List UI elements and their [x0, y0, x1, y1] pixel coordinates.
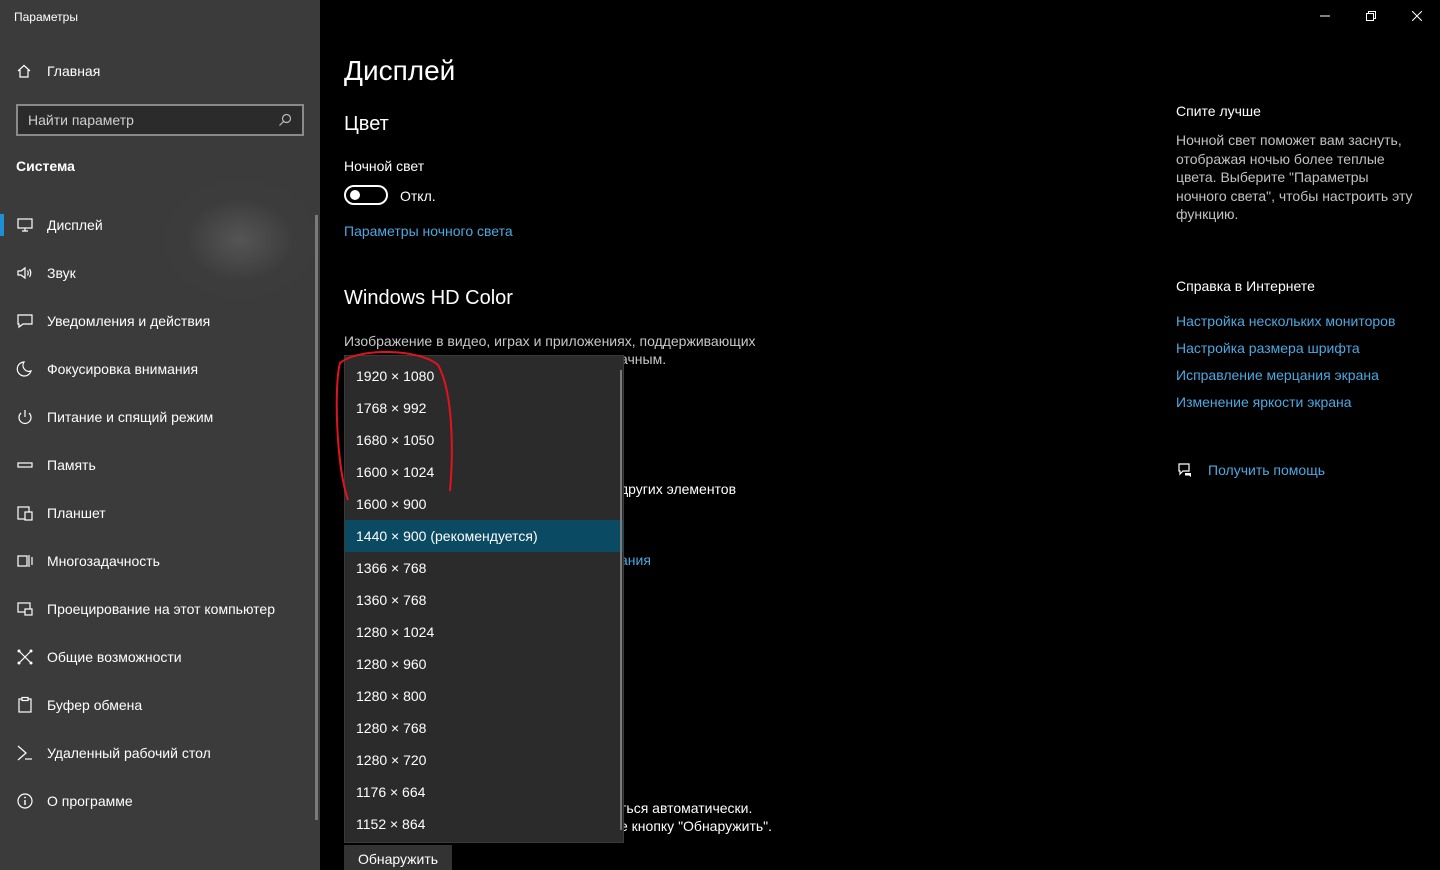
help-link-monitors[interactable]: Настройка нескольких мониторов	[1176, 313, 1395, 329]
sidebar-item-about[interactable]: О программе	[0, 777, 316, 825]
resolution-option[interactable]: 1920 × 1080	[345, 360, 623, 392]
sidebar-item-power[interactable]: Питание и спящий режим	[0, 393, 316, 441]
remote-desktop-icon	[16, 744, 34, 762]
sidebar-nav: Дисплей Звук Уведомления и действия Фоку…	[0, 201, 316, 825]
night-light-label: Ночной свет	[344, 158, 425, 174]
detect-button[interactable]: Обнаружить	[344, 845, 452, 870]
resolution-option-selected[interactable]: 1440 × 900 (рекомендуется)	[345, 520, 623, 552]
power-icon	[16, 408, 34, 426]
sidebar-item-label: Буфер обмена	[47, 697, 143, 713]
sidebar-item-label: Память	[47, 457, 96, 473]
close-button[interactable]	[1394, 0, 1440, 32]
resolution-option[interactable]: 1680 × 1050	[345, 424, 623, 456]
restore-button[interactable]	[1348, 0, 1394, 32]
night-light-state: Откл.	[400, 188, 436, 204]
sidebar-item-tablet[interactable]: Планшет	[0, 489, 316, 537]
resolution-option[interactable]: 1280 × 768	[345, 712, 623, 744]
notification-icon	[16, 312, 34, 330]
sidebar-item-label: Звук	[47, 265, 76, 281]
color-heading: Цвет	[344, 113, 389, 135]
resolution-option[interactable]: 1600 × 1024	[345, 456, 623, 488]
tablet-icon	[16, 504, 34, 522]
sidebar-item-label: Планшет	[47, 505, 106, 521]
sidebar-item-clipboard[interactable]: Буфер обмена	[0, 681, 316, 729]
sidebar-item-label: Дисплей	[47, 217, 103, 233]
info-icon	[16, 792, 34, 810]
window-controls	[1302, 0, 1440, 32]
sleep-heading: Спите лучше	[1176, 103, 1261, 119]
sidebar-item-storage[interactable]: Память	[0, 441, 316, 489]
storage-icon	[16, 456, 34, 474]
sleep-text: Ночной свет поможет вам заснуть, отображ…	[1176, 132, 1413, 222]
hd-color-text-tail: ачным.	[620, 351, 667, 367]
resolution-option[interactable]: 1280 × 1024	[345, 616, 623, 648]
search-box[interactable]	[16, 104, 304, 136]
sidebar-item-label: Уведомления и действия	[47, 313, 211, 329]
sidebar: Параметры Главная Система Дисплей Звук У…	[0, 0, 320, 870]
sidebar-item-label: Проецирование на этот компьютер	[47, 601, 275, 617]
detect-text-1: ться автоматически.	[620, 800, 753, 816]
chat-help-icon	[1176, 461, 1194, 479]
resolution-option[interactable]: 1280 × 960	[345, 648, 623, 680]
shared-experiences-icon	[16, 648, 34, 666]
sidebar-item-sound[interactable]: Звук	[0, 249, 316, 297]
resolution-dropdown[interactable]: 1920 × 1080 1768 × 992 1680 × 1050 1600 …	[344, 355, 624, 843]
window-title: Параметры	[14, 10, 78, 24]
moon-icon	[16, 360, 34, 378]
night-light-settings-link[interactable]: Параметры ночного света	[344, 223, 513, 239]
resolution-option[interactable]: 1280 × 720	[345, 744, 623, 776]
sidebar-item-label: О программе	[47, 793, 133, 809]
sidebar-item-multitasking[interactable]: Многозадачность	[0, 537, 316, 585]
dropdown-scrollbar[interactable]	[620, 370, 622, 830]
sidebar-item-focus[interactable]: Фокусировка внимания	[0, 345, 316, 393]
night-light-toggle[interactable]	[344, 185, 388, 205]
home-icon	[16, 63, 32, 79]
scale-text-partial: других элементов	[620, 481, 737, 497]
resolution-option[interactable]: 1152 × 864	[345, 808, 623, 840]
resolution-option[interactable]: 1176 × 664	[345, 776, 623, 808]
help-link-font-size[interactable]: Настройка размера шрифта	[1176, 340, 1360, 356]
hd-color-text: Изображение в видео, играх и приложениях…	[344, 333, 756, 349]
resolution-option[interactable]: 1768 × 992	[345, 392, 623, 424]
projecting-icon	[16, 600, 34, 618]
get-help-label: Получить помощь	[1208, 462, 1326, 478]
resolution-option[interactable]: 1600 × 900	[345, 488, 623, 520]
speaker-icon	[16, 264, 34, 282]
toggle-knob	[350, 190, 360, 200]
search-input[interactable]	[28, 112, 278, 128]
sidebar-item-notifications[interactable]: Уведомления и действия	[0, 297, 316, 345]
resolution-options: 1920 × 1080 1768 × 992 1680 × 1050 1600 …	[345, 356, 623, 840]
hd-color-heading: Windows HD Color	[344, 287, 513, 309]
sidebar-item-label: Питание и спящий режим	[47, 409, 214, 425]
help-link-brightness[interactable]: Изменение яркости экрана	[1176, 394, 1352, 410]
search-icon[interactable]	[278, 113, 292, 127]
detect-text-2: е кнопку "Обнаружить".	[620, 818, 773, 834]
sidebar-item-label: Удаленный рабочий стол	[47, 745, 211, 761]
resolution-option[interactable]: 1280 × 800	[345, 680, 623, 712]
clipboard-icon	[16, 696, 34, 714]
home-link[interactable]: Главная	[16, 63, 100, 79]
section-title: Система	[16, 158, 75, 174]
sidebar-item-label: Фокусировка внимания	[47, 361, 199, 377]
sidebar-item-display[interactable]: Дисплей	[0, 201, 316, 249]
sidebar-item-projecting[interactable]: Проецирование на этот компьютер	[0, 585, 316, 633]
sidebar-scrollbar[interactable]	[315, 215, 318, 820]
minimize-button[interactable]	[1302, 0, 1348, 32]
advanced-scaling-link[interactable]: ания	[620, 552, 651, 568]
help-heading: Справка в Интернете	[1176, 278, 1315, 294]
sidebar-item-label: Общие возможности	[47, 649, 182, 665]
monitor-icon	[16, 216, 34, 234]
resolution-option[interactable]: 1366 × 768	[345, 552, 623, 584]
sidebar-item-shared[interactable]: Общие возможности	[0, 633, 316, 681]
resolution-option[interactable]: 1360 × 768	[345, 584, 623, 616]
page-title: Дисплей	[344, 55, 456, 86]
multitasking-icon	[16, 552, 34, 570]
home-label: Главная	[47, 63, 101, 79]
sidebar-item-label: Многозадачность	[47, 553, 160, 569]
help-link-flicker[interactable]: Исправление мерцания экрана	[1176, 367, 1379, 383]
get-help-link[interactable]: Получить помощь	[1176, 461, 1325, 479]
sidebar-item-remote-desktop[interactable]: Удаленный рабочий стол	[0, 729, 316, 777]
